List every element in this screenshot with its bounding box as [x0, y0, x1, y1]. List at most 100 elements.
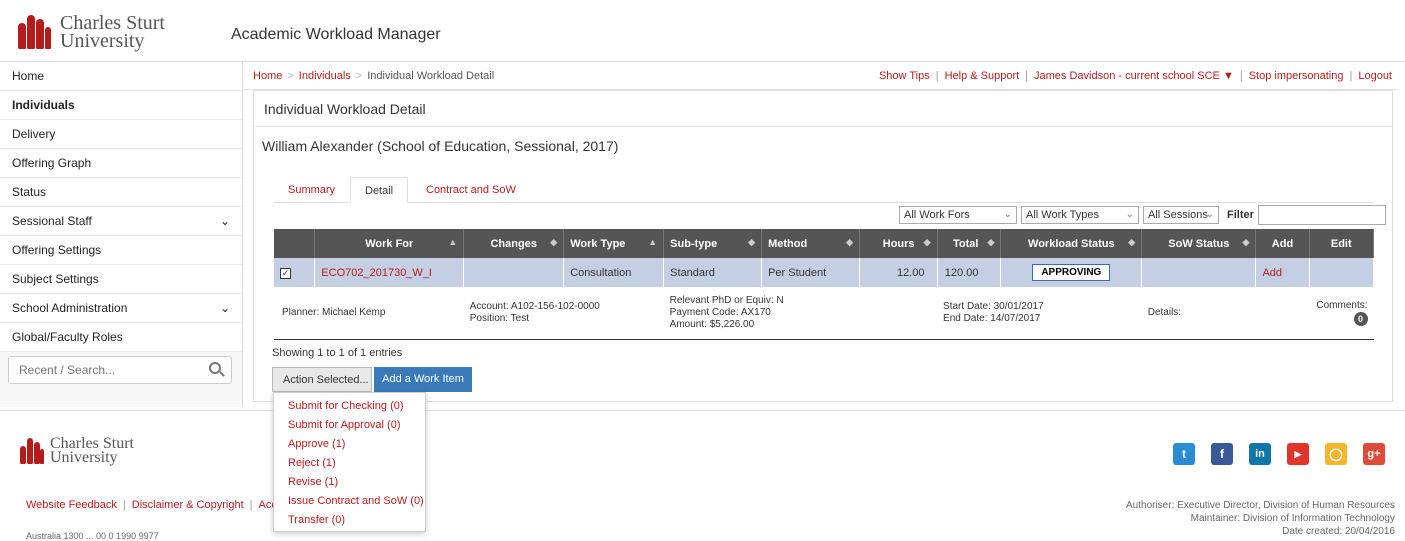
- divider: |: [1025, 70, 1029, 82]
- sort-icon: ◆: [748, 237, 756, 247]
- sidebar-item-offering-settings[interactable]: Offering Settings: [0, 236, 242, 265]
- chevron-down-icon: ⌄: [1003, 209, 1012, 220]
- tab-summary[interactable]: Summary: [274, 177, 349, 203]
- google-plus-icon[interactable]: g+: [1363, 443, 1385, 465]
- csu-logo[interactable]: Charles Sturt University: [18, 10, 165, 54]
- menu-item-reject[interactable]: Reject (1): [274, 454, 425, 473]
- comments-count-badge[interactable]: 0: [1353, 311, 1368, 326]
- work-for-link[interactable]: ECO702_201730_W_I: [321, 267, 432, 279]
- sidebar-item-home[interactable]: Home: [0, 62, 242, 91]
- column-hours[interactable]: Hours ◆: [859, 229, 938, 258]
- filter-label: Filter: [1227, 209, 1254, 221]
- twitter-icon[interactable]: t: [1173, 443, 1195, 465]
- logo-text: Charles Sturt University: [60, 12, 165, 52]
- breadcrumb: Home > Individuals > Individual Workload Det…: [253, 70, 494, 82]
- sidebar-item-individuals[interactable]: Individuals: [0, 91, 242, 120]
- column-select: [274, 229, 316, 258]
- column-workload-status[interactable]: Workload Status ◆: [1000, 229, 1143, 258]
- logout-link[interactable]: Logout: [1358, 70, 1392, 82]
- instagram-icon[interactable]: ◯: [1325, 443, 1347, 465]
- social-links: t f in ▶ ◯ g+: [1157, 443, 1385, 465]
- footer-contact-text: Australia 1300 ... 00 0 1990 9977: [26, 531, 159, 541]
- sidebar-item-sessional-staff[interactable]: Sessional Staff ⌄: [0, 207, 242, 236]
- work-types-select[interactable]: All Work Types ⌄: [1021, 206, 1139, 224]
- column-sow-status[interactable]: SoW Status ◆: [1141, 229, 1257, 258]
- search-icon[interactable]: [209, 362, 221, 374]
- status-badge[interactable]: APPROVING: [1032, 264, 1111, 281]
- search-input[interactable]: [9, 357, 199, 383]
- disclaimer-link[interactable]: Disclaimer & Copyright: [132, 499, 244, 511]
- footer-logo[interactable]: Charles Sturt University: [20, 436, 134, 466]
- top-bar: Home > Individuals > Individual Workload Det…: [243, 62, 1398, 90]
- action-selected-button[interactable]: Action Selected... ▾: [272, 367, 372, 411]
- menu-item-approve[interactable]: Approve (1): [274, 435, 425, 454]
- authoriser-text: Authoriser: Executive Director, Division…: [1126, 500, 1395, 511]
- footer-links: Website Feedback | Disclaimer & Copyright |…: [26, 499, 288, 511]
- cell-subtype: Standard: [663, 258, 763, 287]
- app-title: Academic Workload Manager: [231, 26, 441, 43]
- chevron-down-icon: ⌄: [219, 214, 230, 228]
- csu-logo-mark-icon: [20, 438, 44, 464]
- entries-info: Showing 1 to 1 of 1 entries: [272, 347, 403, 359]
- website-feedback-link[interactable]: Website Feedback: [26, 499, 117, 511]
- sort-icon: ◆: [846, 237, 854, 247]
- sort-icon: ◆: [1128, 237, 1136, 247]
- help-support-link[interactable]: Help & Support: [945, 70, 1020, 82]
- cell-work-for: ECO702_201730_W_I: [314, 258, 465, 287]
- column-total[interactable]: Total ◆: [937, 229, 1002, 258]
- tab-contract-sow[interactable]: Contract and SoW: [412, 177, 530, 203]
- footer: Charles Sturt University t f in ▶ ◯ g+ W…: [0, 410, 1405, 541]
- column-method[interactable]: Method ◆: [761, 229, 861, 258]
- cell-method: Per Student: [761, 258, 861, 287]
- divider: |: [249, 499, 253, 511]
- action-selected-label: Action Selected...: [283, 374, 369, 386]
- detail-payment: Relevant PhD or Equiv: N Payment Code: A…: [663, 287, 938, 340]
- filter-input[interactable]: [1257, 205, 1386, 225]
- menu-item-submit-checking[interactable]: Submit for Checking (0): [274, 397, 425, 416]
- sort-icon: ◆: [987, 237, 995, 247]
- sidebar-item-status[interactable]: Status: [0, 178, 242, 207]
- youtube-icon[interactable]: ▶: [1287, 443, 1309, 465]
- work-fors-select[interactable]: All Work Fors ⌄: [899, 206, 1017, 224]
- csu-logo-mark-icon: [18, 15, 52, 49]
- column-subtype[interactable]: Sub-type ◆: [663, 229, 763, 258]
- detail-start-date: Start Date: 30/01/2017: [943, 300, 1044, 312]
- detail-payment-code-text: Payment Code: AX170: [669, 306, 771, 318]
- column-changes[interactable]: Changes ◆: [463, 229, 565, 258]
- cell-add: Add: [1255, 258, 1310, 287]
- table-row[interactable]: ✓ ECO702_201730_W_I Consultation Standar…: [274, 258, 1375, 287]
- add-work-item-button[interactable]: Add a Work Item: [374, 367, 472, 392]
- sort-icon: ▲: [448, 237, 458, 247]
- user-name: James Davidson - current school SCE: [1034, 70, 1220, 82]
- sidebar-item-school-administration[interactable]: School Administration ⌄: [0, 294, 242, 323]
- user-menu[interactable]: James Davidson - current school SCE ▼: [1034, 70, 1234, 82]
- column-work-type[interactable]: Work Type ▲: [563, 229, 665, 258]
- breadcrumb-individuals[interactable]: Individuals: [299, 70, 351, 82]
- detail-details: Details:: [1141, 287, 1310, 340]
- menu-item-submit-approval[interactable]: Submit for Approval (0): [274, 416, 425, 435]
- column-work-for[interactable]: Work For ▲: [314, 229, 465, 258]
- linkedin-icon[interactable]: in: [1249, 443, 1271, 465]
- chevron-down-icon: ⌄: [219, 301, 230, 315]
- show-tips-link[interactable]: Show Tips: [879, 70, 930, 82]
- menu-item-revise[interactable]: Revise (1): [274, 473, 425, 492]
- sidebar-item-global-faculty-roles[interactable]: Global/Faculty Roles: [0, 323, 242, 352]
- cell-total: 120.00: [937, 258, 1002, 287]
- sidebar-item-delivery[interactable]: Delivery: [0, 120, 242, 149]
- sessions-select[interactable]: All Sessions ⌄: [1143, 206, 1219, 224]
- add-link[interactable]: Add: [1262, 267, 1282, 279]
- stop-impersonating-link[interactable]: Stop impersonating: [1249, 70, 1344, 82]
- row-checkbox[interactable]: ✓: [280, 267, 291, 279]
- work-types-value: All Work Types: [1026, 209, 1099, 221]
- sidebar-item-label: School Administration: [12, 301, 128, 315]
- cell-changes: [463, 258, 565, 287]
- menu-item-transfer[interactable]: Transfer (0): [274, 511, 425, 530]
- breadcrumb-home[interactable]: Home: [253, 70, 282, 82]
- tab-detail[interactable]: Detail: [350, 177, 409, 203]
- sidebar-item-subject-settings[interactable]: Subject Settings: [0, 265, 242, 294]
- detail-comments: Comments: 0: [1309, 287, 1374, 340]
- cell-hours: 12.00: [859, 258, 938, 287]
- sidebar-item-offering-graph[interactable]: Offering Graph: [0, 149, 242, 178]
- menu-item-issue-contract[interactable]: Issue Contract and SoW (0): [274, 492, 425, 511]
- facebook-icon[interactable]: f: [1211, 443, 1233, 465]
